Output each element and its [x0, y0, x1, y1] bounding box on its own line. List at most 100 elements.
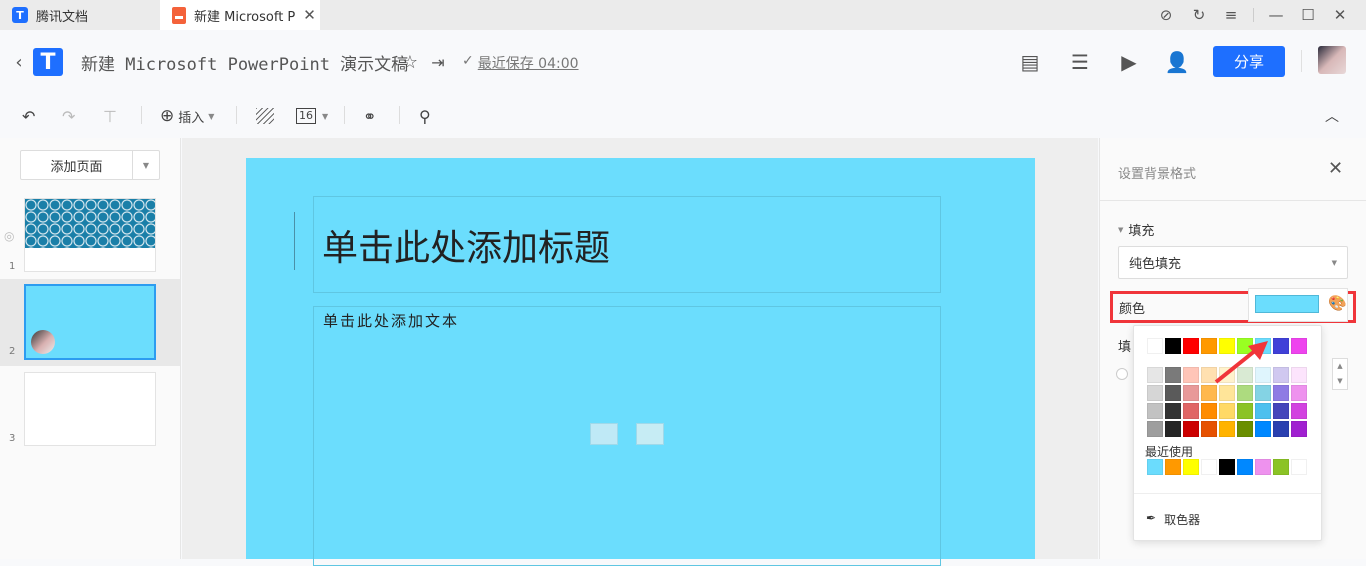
color-swatch[interactable]: [1147, 421, 1163, 437]
color-swatch[interactable]: [1183, 459, 1199, 475]
add-page-dropdown-icon[interactable]: ▼: [133, 151, 159, 179]
comment-icon[interactable]: ◎: [4, 229, 14, 243]
color-swatch[interactable]: [1183, 403, 1199, 419]
insert-button[interactable]: ⊕ 插入 ▼: [160, 104, 214, 128]
fill-type-select[interactable]: 纯色填充 ▼: [1118, 246, 1348, 279]
color-swatch[interactable]: [1201, 403, 1217, 419]
close-panel-icon[interactable]: ✕: [1328, 158, 1343, 179]
slide-thumbnail-1[interactable]: [24, 198, 156, 272]
star-icon[interactable]: ☆: [397, 49, 423, 75]
document-icon[interactable]: ▤: [1017, 49, 1043, 75]
tab-presentation[interactable]: 新建 Microsoft P ✕: [160, 0, 320, 30]
color-swatch[interactable]: [1255, 421, 1271, 437]
shapes-icon[interactable]: ⚭: [363, 104, 376, 128]
text-placeholder[interactable]: 单击此处添加文本: [313, 306, 941, 566]
color-swatch[interactable]: [1273, 367, 1289, 383]
color-swatch[interactable]: [1165, 459, 1181, 475]
color-swatch[interactable]: [1219, 459, 1235, 475]
color-swatch[interactable]: [1273, 459, 1289, 475]
outline-menu-icon[interactable]: ☰: [1067, 49, 1093, 75]
color-swatch[interactable]: [1255, 459, 1271, 475]
color-swatch[interactable]: [1165, 403, 1181, 419]
tab-tencent-docs[interactable]: T 腾讯文档: [0, 0, 158, 30]
color-swatch[interactable]: [1165, 367, 1181, 383]
maximize-button[interactable]: ☐: [1293, 0, 1323, 30]
color-swatch[interactable]: [1183, 421, 1199, 437]
insert-table-icon[interactable]: [590, 423, 618, 445]
color-swatch[interactable]: [1237, 421, 1253, 437]
color-picker-control[interactable]: 🎨: [1248, 288, 1348, 322]
color-swatch[interactable]: [1147, 338, 1163, 354]
color-swatch[interactable]: [1165, 385, 1181, 401]
color-swatch[interactable]: [1273, 338, 1289, 354]
undo-icon[interactable]: ↶: [22, 104, 35, 128]
save-status[interactable]: ✓ 最近保存 04:00: [462, 53, 579, 73]
transparency-stepper[interactable]: ▲ ▼: [1332, 358, 1348, 390]
tencent-docs-logo-icon[interactable]: T: [33, 48, 63, 76]
slide-thumbnail-2[interactable]: [24, 284, 156, 360]
color-swatch[interactable]: [1219, 421, 1235, 437]
color-swatch[interactable]: [1147, 403, 1163, 419]
eyedropper-button[interactable]: ✒ 取色器: [1146, 511, 1200, 528]
close-tab-icon[interactable]: ✕: [303, 6, 316, 24]
title-placeholder[interactable]: 单击此处添加标题: [313, 196, 941, 293]
menu-icon[interactable]: ≡: [1216, 0, 1246, 30]
collapse-toolbar-icon[interactable]: ︿: [1325, 104, 1339, 128]
fill-section-toggle[interactable]: ▼ 填充: [1118, 220, 1154, 239]
color-swatch[interactable]: [1183, 338, 1199, 354]
palette-icon[interactable]: 🎨: [1328, 294, 1347, 312]
dropdown-caret-icon: ▼: [208, 111, 215, 121]
color-swatch[interactable]: [1183, 385, 1199, 401]
color-swatch[interactable]: [1291, 403, 1307, 419]
color-swatch[interactable]: [1165, 338, 1181, 354]
recent-colors-label: 最近使用: [1145, 445, 1194, 459]
browser-tab-bar: T 腾讯文档 新建 Microsoft P ✕ ⊘ ↻ ≡ — ☐ ✕: [0, 0, 1366, 30]
plus-circle-icon: ⊕: [160, 106, 175, 126]
redo-icon[interactable]: ↷: [62, 104, 75, 128]
color-swatch[interactable]: [1291, 367, 1307, 383]
color-swatch[interactable]: [1165, 421, 1181, 437]
color-swatch[interactable]: [1291, 385, 1307, 401]
font-size-select[interactable]: 16 ▼: [296, 104, 328, 128]
color-swatch[interactable]: [1147, 367, 1163, 383]
color-swatch[interactable]: [1273, 385, 1289, 401]
add-collaborator-icon[interactable]: 👤: [1164, 49, 1190, 75]
add-page-button[interactable]: 添加页面: [21, 151, 133, 179]
transparency-slider-handle[interactable]: [1116, 368, 1128, 380]
color-swatch[interactable]: [1291, 421, 1307, 437]
color-swatch[interactable]: [1219, 403, 1235, 419]
color-swatch[interactable]: [1255, 403, 1271, 419]
color-swatch[interactable]: [1147, 385, 1163, 401]
color-swatch[interactable]: [1273, 403, 1289, 419]
color-swatch[interactable]: [1291, 459, 1307, 475]
color-swatch[interactable]: [1237, 403, 1253, 419]
color-swatch[interactable]: [1291, 338, 1307, 354]
color-swatch[interactable]: [1237, 459, 1253, 475]
divider: [141, 106, 142, 124]
text-placeholder-text: 单击此处添加文本: [323, 312, 460, 330]
insert-image-icon[interactable]: [636, 423, 664, 445]
refresh-icon[interactable]: ↻: [1184, 0, 1214, 30]
divider: [399, 106, 400, 124]
share-button[interactable]: 分享: [1213, 46, 1285, 77]
minimize-button[interactable]: —: [1261, 0, 1291, 30]
user-avatar[interactable]: [1318, 46, 1346, 74]
current-color-swatch[interactable]: [1255, 295, 1319, 313]
color-swatch[interactable]: [1201, 459, 1217, 475]
color-swatch[interactable]: [1273, 421, 1289, 437]
slide-pattern: [25, 199, 155, 248]
close-window-button[interactable]: ✕: [1325, 0, 1355, 30]
background-pattern-icon[interactable]: [256, 108, 274, 124]
back-icon[interactable]: ‹: [6, 49, 32, 75]
slide-thumbnail-3[interactable]: [24, 372, 156, 446]
color-swatch[interactable]: [1201, 421, 1217, 437]
compass-icon[interactable]: ⊘: [1151, 0, 1181, 30]
color-swatch[interactable]: [1147, 459, 1163, 475]
document-title[interactable]: 新建 Microsoft PowerPoint 演示文稿: [81, 50, 408, 75]
search-icon[interactable]: ⚲: [419, 104, 431, 128]
move-to-folder-icon[interactable]: ⇥: [425, 49, 451, 75]
play-icon[interactable]: ▶: [1116, 49, 1142, 75]
divider: [1253, 8, 1254, 22]
color-swatch[interactable]: [1183, 367, 1199, 383]
format-painter-icon[interactable]: ⊤: [103, 104, 117, 128]
